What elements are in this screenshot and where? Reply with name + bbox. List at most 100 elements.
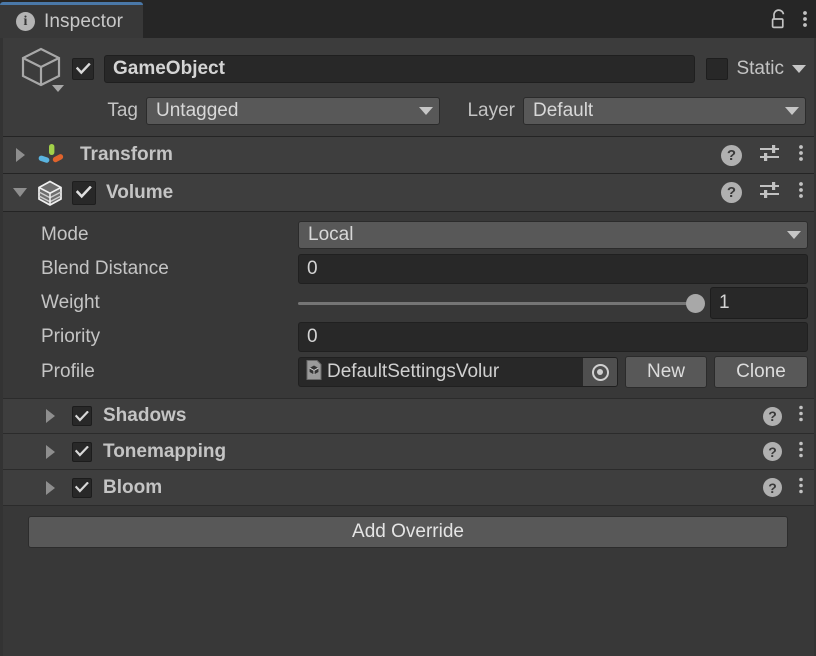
object-picker-icon[interactable] — [583, 358, 617, 386]
tag-label: Tag — [10, 100, 138, 122]
override-row-bloom[interactable]: Bloom ? — [0, 470, 816, 506]
priority-value: 0 — [307, 326, 318, 348]
kebab-menu-icon[interactable] — [798, 404, 804, 428]
help-icon[interactable]: ? — [763, 478, 782, 497]
mode-label: Mode — [8, 224, 298, 246]
component-header-volume[interactable]: Volume ? — [0, 174, 816, 212]
profile-clone-button[interactable]: Clone — [714, 356, 808, 388]
gameobject-name-value: GameObject — [113, 58, 225, 80]
transform-axis-icon — [36, 141, 66, 169]
transform-foldout-collapsed-icon[interactable] — [8, 148, 32, 162]
tonemapping-enabled-checkbox[interactable] — [72, 442, 92, 462]
profile-label: Profile — [8, 361, 298, 383]
weight-value: 1 — [719, 292, 730, 314]
mode-dropdown[interactable]: Local — [298, 221, 808, 249]
kebab-menu-icon[interactable] — [798, 180, 804, 205]
property-row-weight: Weight 1 — [8, 286, 808, 320]
blend-distance-label: Blend Distance — [8, 258, 298, 280]
priority-control: 0 — [298, 322, 808, 352]
weight-label: Weight — [8, 292, 298, 314]
mode-chevron-down-icon — [787, 231, 801, 239]
blend-distance-input[interactable]: 0 — [298, 254, 808, 284]
tag-value: Untagged — [156, 100, 419, 122]
shadows-foldout-collapsed-icon[interactable] — [38, 409, 62, 423]
override-row-shadows[interactable]: Shadows ? — [0, 398, 816, 434]
component-title-volume: Volume — [106, 182, 173, 204]
gameobject-name-input[interactable]: GameObject — [104, 55, 695, 83]
panel-left-edge — [0, 38, 3, 656]
gameobject-active-checkbox[interactable] — [72, 58, 94, 80]
property-row-blend-distance: Blend Distance 0 — [8, 252, 808, 286]
preset-sliders-icon[interactable] — [758, 180, 782, 205]
add-override-button[interactable]: Add Override — [28, 516, 788, 548]
priority-input[interactable]: 0 — [298, 322, 808, 352]
blend-distance-value: 0 — [307, 258, 318, 280]
override-title-shadows: Shadows — [103, 405, 186, 427]
tag-layer-row: Tag Untagged Layer Default — [10, 96, 806, 126]
profile-control: DefaultSettingsVolur New Clone — [298, 356, 808, 388]
mode-value: Local — [308, 224, 787, 246]
inspector-window: i Inspector — [0, 0, 816, 656]
help-icon[interactable]: ? — [721, 182, 742, 203]
weight-slider-handle[interactable] — [686, 294, 705, 313]
blend-distance-control: 0 — [298, 254, 808, 284]
unlock-icon[interactable] — [770, 9, 788, 30]
tab-bar: i Inspector — [0, 0, 816, 38]
help-icon[interactable]: ? — [721, 145, 742, 166]
kebab-menu-icon[interactable] — [798, 476, 804, 500]
volume-foldout-expanded-icon[interactable] — [8, 188, 32, 197]
tag-chevron-down-icon — [419, 107, 433, 115]
override-title-tonemapping: Tonemapping — [103, 441, 226, 463]
profile-new-button[interactable]: New — [625, 356, 707, 388]
info-icon: i — [16, 12, 35, 31]
property-row-profile: Profile DefaultSettingsVolur — [8, 354, 808, 390]
weight-slider-track[interactable] — [298, 302, 696, 305]
preset-sliders-icon[interactable] — [758, 143, 782, 168]
profile-object-field[interactable]: DefaultSettingsVolur — [298, 357, 618, 387]
bloom-row-actions: ? — [763, 476, 816, 500]
property-row-mode: Mode Local — [8, 218, 808, 252]
kebab-menu-icon[interactable] — [798, 143, 804, 168]
property-row-priority: Priority 0 — [8, 320, 808, 354]
volume-enabled-checkbox[interactable] — [72, 181, 96, 205]
bloom-enabled-checkbox[interactable] — [72, 478, 92, 498]
weight-control: 1 — [298, 287, 808, 319]
volume-profile-asset-icon — [304, 359, 324, 386]
static-group: Static — [706, 58, 806, 80]
override-row-tonemapping[interactable]: Tonemapping ? — [0, 434, 816, 470]
tab-bar-actions — [770, 0, 808, 38]
component-title-transform: Transform — [80, 144, 173, 166]
priority-label: Priority — [8, 326, 298, 348]
gameobject-header: GameObject Static Tag Untagged Layer Def… — [0, 38, 816, 136]
tonemapping-row-actions: ? — [763, 440, 816, 464]
gameobject-icon-dropdown-icon[interactable] — [52, 85, 64, 92]
weight-slider[interactable] — [298, 302, 702, 305]
override-list: Shadows ? Tonemapping — [0, 398, 816, 506]
tab-inspector-label: Inspector — [44, 11, 123, 33]
static-checkbox[interactable] — [706, 58, 728, 80]
profile-value: DefaultSettingsVolur — [327, 361, 583, 383]
shadows-row-actions: ? — [763, 404, 816, 428]
layer-value: Default — [533, 100, 785, 122]
layer-label: Layer — [440, 100, 515, 122]
tab-inspector[interactable]: i Inspector — [0, 2, 143, 38]
transform-header-actions: ? — [721, 143, 816, 168]
gameobject-icon-wrapper[interactable] — [10, 45, 72, 94]
shadows-enabled-checkbox[interactable] — [72, 406, 92, 426]
kebab-menu-icon[interactable] — [798, 440, 804, 464]
volume-properties: Mode Local Blend Distance 0 Weight — [0, 212, 816, 398]
kebab-menu-icon[interactable] — [802, 9, 808, 29]
tag-dropdown[interactable]: Untagged — [146, 97, 440, 125]
static-dropdown-chevron-down-icon[interactable] — [792, 65, 806, 73]
layer-chevron-down-icon — [785, 107, 799, 115]
volume-header-actions: ? — [721, 180, 816, 205]
help-icon[interactable]: ? — [763, 407, 782, 426]
gameobject-name-row: GameObject Static — [10, 47, 806, 91]
component-header-transform[interactable]: Transform ? — [0, 136, 816, 174]
tonemapping-foldout-collapsed-icon[interactable] — [38, 445, 62, 459]
bloom-foldout-collapsed-icon[interactable] — [38, 481, 62, 495]
override-title-bloom: Bloom — [103, 477, 162, 499]
layer-dropdown[interactable]: Default — [523, 97, 806, 125]
help-icon[interactable]: ? — [763, 442, 782, 461]
weight-input[interactable]: 1 — [710, 287, 808, 319]
